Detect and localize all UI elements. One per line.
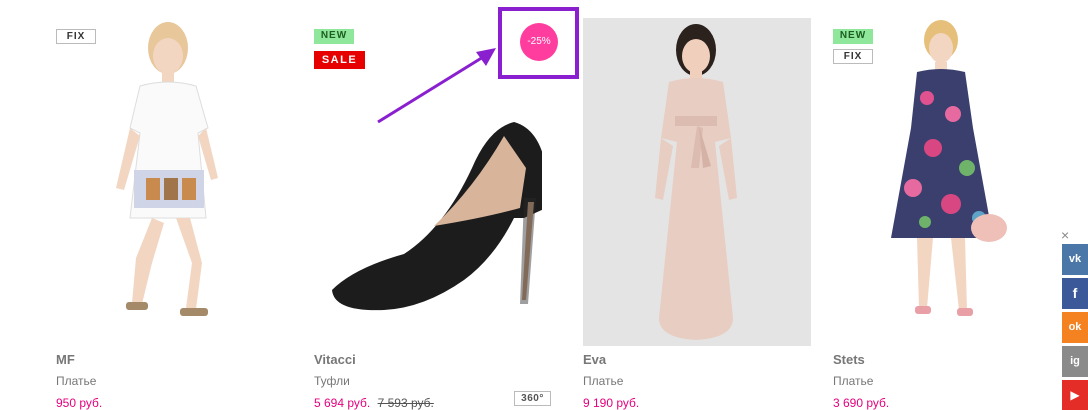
discount-badge: -25% — [520, 23, 558, 61]
product-brand[interactable]: MF — [56, 352, 75, 367]
badge-new: NEW — [314, 29, 354, 44]
youtube-icon[interactable]: ▶ — [1062, 380, 1088, 410]
product-brand[interactable]: Eva — [583, 352, 606, 367]
badge-new: NEW — [833, 29, 873, 44]
product-brand[interactable]: Stets — [833, 352, 865, 367]
product-price: 5 694 руб. 7 593 руб. — [314, 396, 434, 410]
facebook-icon[interactable]: f — [1062, 278, 1088, 309]
product-category[interactable]: Платье — [583, 374, 623, 388]
price-current: 5 694 руб. — [314, 396, 371, 410]
product-price: 950 руб. — [56, 396, 102, 410]
badge-sale: SALE — [314, 51, 365, 69]
product-brand[interactable]: Vitacci — [314, 352, 356, 367]
product-image-dress-floral[interactable] — [833, 18, 1061, 346]
vk-icon[interactable]: vk — [1062, 244, 1088, 275]
product-card-stets[interactable]: NEW FIX Stets Платье 3 690 руб. — [833, 18, 1061, 410]
product-category[interactable]: Туфли — [314, 374, 350, 388]
instagram-icon[interactable]: ig — [1062, 346, 1088, 377]
odnoklassniki-icon[interactable]: ok — [1062, 312, 1088, 343]
dress-floral-illustration — [891, 20, 1007, 316]
dress-white-illustration — [116, 22, 218, 316]
price-old: 7 593 руб. — [377, 396, 434, 410]
product-category[interactable]: Платье — [833, 374, 873, 388]
social-close-button[interactable]: × — [1061, 227, 1069, 243]
product-image-dress-white[interactable] — [56, 18, 284, 346]
product-card-eva[interactable]: Eva Платье 9 190 руб. — [583, 18, 811, 410]
product-category[interactable]: Платье — [56, 374, 96, 388]
view-360-button[interactable]: 360° — [514, 391, 551, 406]
price-current: 950 руб. — [56, 396, 103, 410]
badge-fix: FIX — [833, 49, 873, 64]
price-current: 3 690 руб. — [833, 396, 890, 410]
product-price: 9 190 руб. — [583, 396, 639, 410]
product-price: 3 690 руб. — [833, 396, 889, 410]
price-current: 9 190 руб. — [583, 396, 640, 410]
product-image-dress-beige[interactable] — [583, 18, 811, 346]
annotation-arrow-icon — [377, 48, 496, 124]
product-card-mf[interactable]: FIX MF Платье 950 руб. — [56, 18, 284, 410]
badge-fix: FIX — [56, 29, 96, 44]
dress-beige-illustration — [655, 24, 737, 340]
